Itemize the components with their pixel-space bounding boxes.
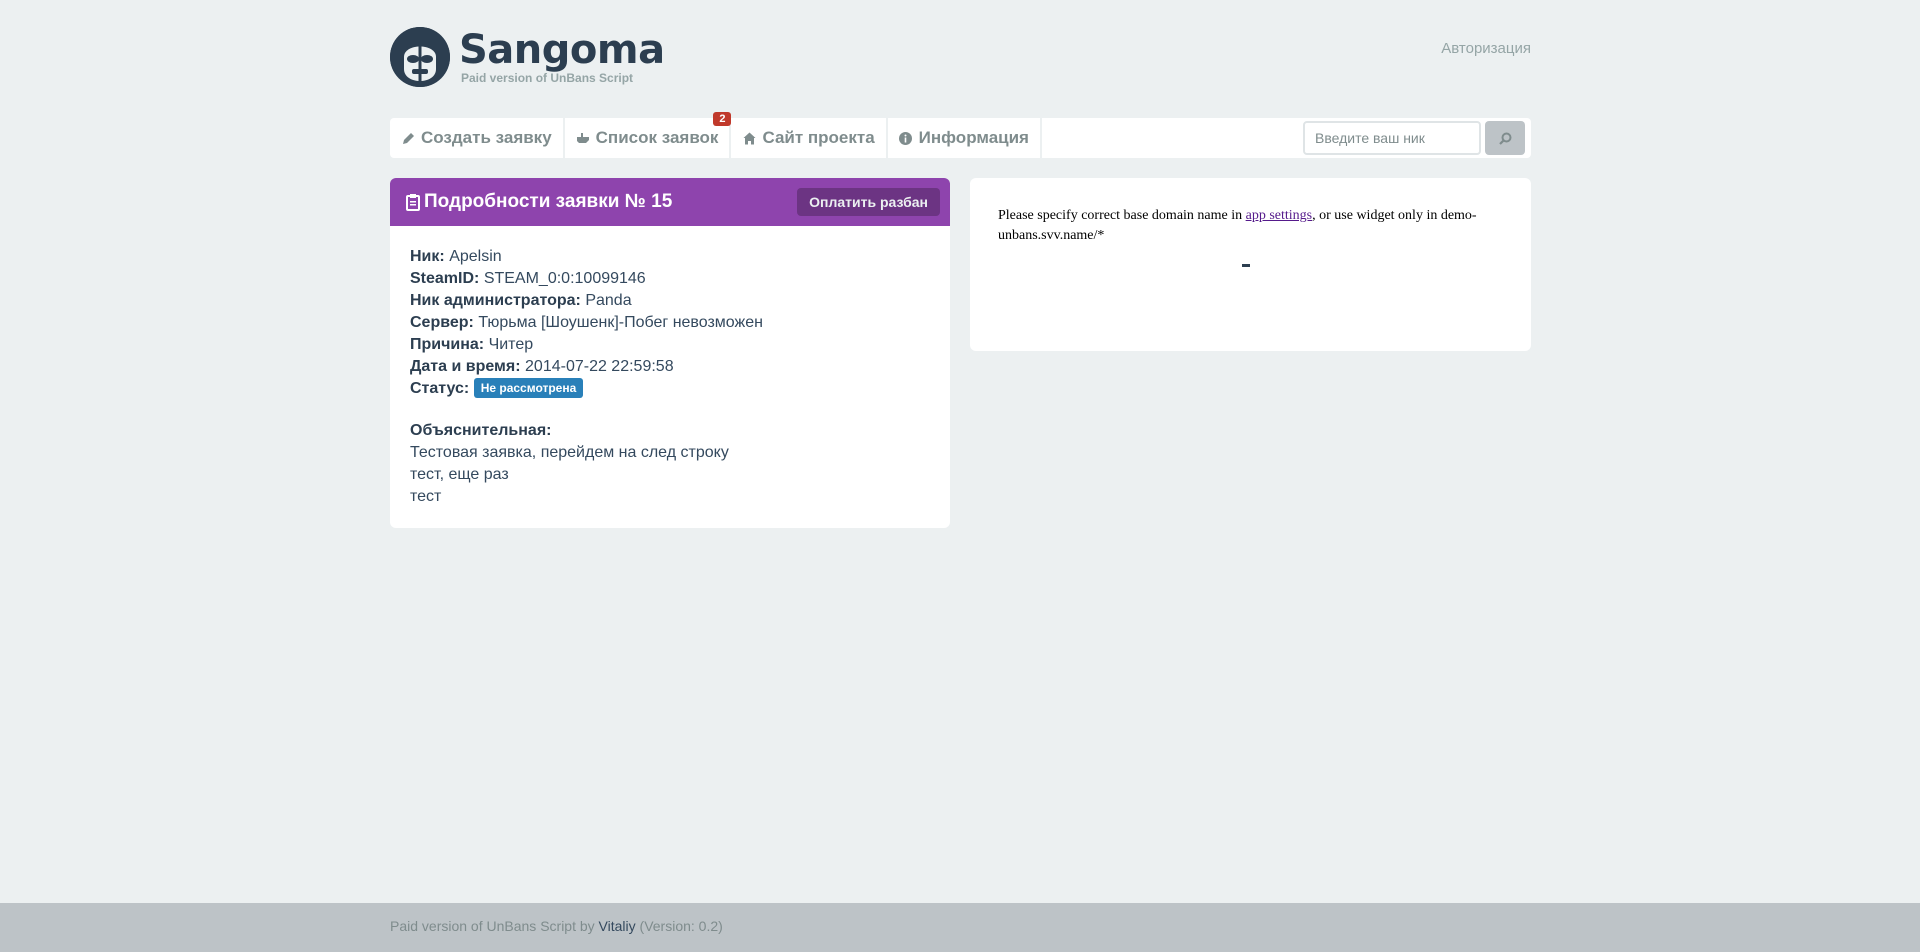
auth-link[interactable]: Авторизация: [1441, 40, 1531, 57]
home-icon: [742, 131, 756, 145]
hand-icon: [576, 131, 590, 145]
nav-information[interactable]: Информация: [888, 118, 1042, 158]
pay-unban-button[interactable]: Оплатить разбан: [797, 188, 940, 216]
clipboard-icon: [406, 193, 420, 211]
panel-header: Подробности заявки № 15 Оплатить разбан: [390, 178, 950, 226]
search-icon: [1498, 132, 1511, 145]
nav-request-list[interactable]: Список заявок 2: [565, 112, 732, 158]
logo-subtitle: Paid version of UnBans Script: [461, 71, 634, 85]
panel-title: Подробности заявки № 15: [424, 191, 673, 212]
nav-create-request[interactable]: Создать заявку: [390, 118, 565, 158]
request-count-badge: 2: [713, 112, 732, 126]
header: Sangoma Paid version of UnBans Script Ав…: [390, 0, 1531, 112]
footer-text: Paid version of UnBans Script by Vitaliy…: [390, 918, 723, 934]
app-settings-link[interactable]: app settings: [1246, 208, 1313, 223]
field-server: Сервер: Тюрьма [Шоушенк]-Побег невозможе…: [410, 314, 763, 331]
status-badge: Не рассмотрена: [473, 378, 584, 398]
field-nick: Ник: Apelsin: [410, 248, 502, 265]
field-steamid: SteamID: STEAM_0:0:10099146: [410, 270, 646, 287]
nav-project-site-label: Сайт проекта: [762, 128, 875, 147]
widget-loader: [1242, 264, 1250, 267]
page-container: Sangoma Paid version of UnBans Script Ав…: [390, 0, 1531, 528]
pencil-icon: [401, 131, 415, 145]
footer: Paid version of UnBans Script by Vitaliy…: [0, 903, 1920, 952]
nav-project-site[interactable]: Сайт проекта: [731, 118, 888, 158]
nav-request-list-label: Список заявок: [595, 128, 719, 147]
logo-title: Sangoma: [459, 27, 665, 73]
request-details-panel: Подробности заявки № 15 Оплатить разбан …: [390, 178, 950, 528]
panel-body: Ник: Apelsin SteamID: STEAM_0:0:10099146…: [390, 226, 950, 528]
nav-search: [1303, 121, 1525, 155]
field-status: Статус: Не рассмотрена: [410, 378, 930, 400]
explanation-line: Тестовая заявка, перейдем на след строку: [410, 444, 729, 461]
explanation-label: Объяснительная:: [410, 422, 552, 439]
explanation-line: тест: [410, 488, 442, 505]
author-link[interactable]: Vitaliy: [599, 918, 636, 934]
info-icon: [899, 131, 913, 145]
field-datetime: Дата и время: 2014-07-22 22:59:58: [410, 358, 674, 375]
nav-information-label: Информация: [918, 128, 1029, 147]
field-reason: Причина: Читер: [410, 336, 534, 353]
logo[interactable]: Sangoma Paid version of UnBans Script: [390, 27, 665, 87]
search-button[interactable]: [1485, 121, 1525, 155]
mask-logo-icon: [390, 27, 450, 87]
widget-error-message: Please specify correct base domain name …: [998, 208, 1477, 243]
nav-create-request-label: Создать заявку: [421, 128, 552, 147]
explanation-line: тест, еще раз: [410, 466, 509, 483]
navbar: Создать заявку Список заявок 2 Сайт прое…: [390, 112, 1531, 158]
field-admin-nick: Ник администратора: Panda: [410, 292, 632, 309]
search-input[interactable]: [1303, 121, 1481, 155]
comments-widget-panel: Please specify correct base domain name …: [970, 178, 1531, 351]
